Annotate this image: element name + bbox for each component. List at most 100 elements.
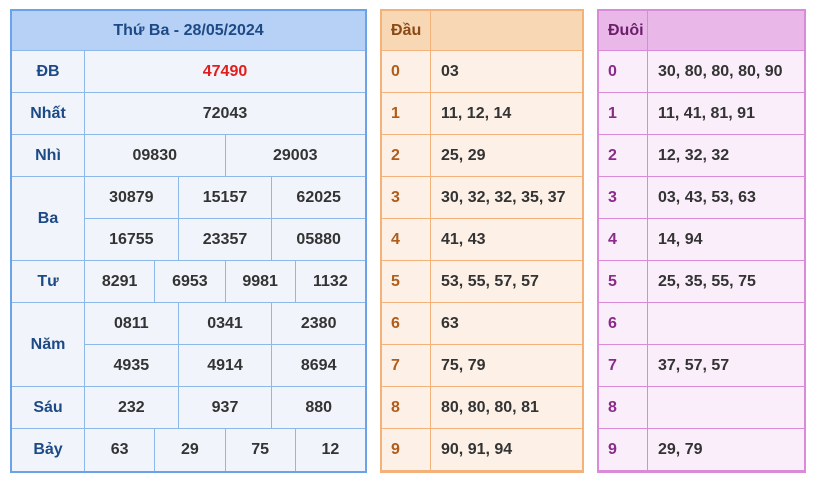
dau-row: 7 75, 79 xyxy=(382,345,582,387)
prize-row: Ba 30879 15157 62025 16755 23357 05880 xyxy=(12,177,365,261)
dau-row: 3 30, 32, 32, 35, 37 xyxy=(382,177,582,219)
dau-numbers: 75, 79 xyxy=(441,356,486,374)
prize-values: 30879 15157 62025 16755 23357 05880 xyxy=(85,177,365,260)
duoi-numbers: 30, 80, 80, 80, 90 xyxy=(658,62,783,80)
dau-header-label: Đầu xyxy=(382,11,431,50)
prize-number: 937 xyxy=(177,387,272,428)
duoi-digit: 6 xyxy=(599,303,648,344)
prize-row: Tư 8291 6953 9981 1132 xyxy=(12,261,365,303)
prize-label: Sáu xyxy=(12,387,85,428)
prize-values: 63 29 75 12 xyxy=(85,429,365,471)
prize-number: 29 xyxy=(154,429,224,471)
dau-numbers: 53, 55, 57, 57 xyxy=(441,272,539,290)
dau-digit: 4 xyxy=(382,219,431,260)
dau-digit: 1 xyxy=(382,93,431,134)
prize-number: 8694 xyxy=(271,345,365,386)
prize-number: 0811 xyxy=(113,314,149,332)
prize-label: Bảy xyxy=(12,429,85,471)
prize-row: ĐB 47490 xyxy=(12,51,365,93)
prize-number: 16755 xyxy=(109,230,154,248)
prize-label: Nhì xyxy=(12,135,85,176)
duoi-table: Đuôi 0 30, 80, 80, 80, 90 1 11, 41, 81, 91 2… xyxy=(597,9,806,473)
dau-numbers: 90, 91, 94 xyxy=(441,440,513,458)
prize-number: 9981 xyxy=(224,261,295,302)
dau-numbers: 03 xyxy=(441,62,459,80)
prize-label: Tư xyxy=(12,261,85,302)
prize-row: Nhì 09830 29003 xyxy=(12,135,365,177)
prize-line: 16755 23357 05880 xyxy=(85,218,365,260)
dau-rows: 0 03 1 11, 12, 14 2 25, 29 3 30, 32, 32, 35, 37… xyxy=(382,51,582,471)
prize-line: 0811 0341 2380 xyxy=(85,303,365,344)
prize-line: 8291 6953 9981 1132 xyxy=(85,261,365,302)
duoi-numbers: 11, 41, 81, 91 xyxy=(658,104,755,122)
results-date-header: Thứ Ba - 28/05/2024 xyxy=(12,11,365,51)
dau-numbers: 41, 43 xyxy=(441,230,486,248)
prize-number: 09830 xyxy=(132,146,178,164)
duoi-row: 0 30, 80, 80, 80, 90 xyxy=(599,51,804,93)
duoi-digit: 1 xyxy=(599,93,648,134)
duoi-numbers: 29, 79 xyxy=(658,440,703,458)
dau-digit: 9 xyxy=(382,429,431,470)
prize-number: 29003 xyxy=(224,135,366,176)
dau-row: 9 90, 91, 94 xyxy=(382,429,582,471)
prize-line: 63 29 75 12 xyxy=(85,429,365,471)
duoi-digit: 8 xyxy=(599,387,648,428)
prize-number: 232 xyxy=(117,398,145,416)
dau-numbers: 25, 29 xyxy=(441,146,486,164)
dau-digit: 3 xyxy=(382,177,431,218)
duoi-row: 9 29, 79 xyxy=(599,429,804,471)
prize-number: 8291 xyxy=(101,272,138,290)
prize-number: 880 xyxy=(271,387,365,428)
dau-row: 2 25, 29 xyxy=(382,135,582,177)
duoi-digit: 2 xyxy=(599,135,648,176)
dau-numbers: 11, 12, 14 xyxy=(441,104,512,122)
dau-row: 0 03 xyxy=(382,51,582,93)
dau-row: 4 41, 43 xyxy=(382,219,582,261)
prize-number: 23357 xyxy=(177,219,272,260)
duoi-row: 7 37, 57, 57 xyxy=(599,345,804,387)
prize-number: 63 xyxy=(110,441,129,458)
dau-header-row: Đầu xyxy=(382,11,582,51)
duoi-header-label: Đuôi xyxy=(599,11,648,50)
dau-digit: 5 xyxy=(382,261,431,302)
dau-digit: 2 xyxy=(382,135,431,176)
prize-line: 09830 29003 xyxy=(85,135,365,176)
duoi-numbers: 12, 32, 32 xyxy=(658,146,730,164)
prize-values: 09830 29003 xyxy=(85,135,365,176)
prize-number: 05880 xyxy=(271,219,365,260)
prize-row: Năm 0811 0341 2380 4935 4914 8694 xyxy=(12,303,365,387)
dau-row: 5 53, 55, 57, 57 xyxy=(382,261,582,303)
prize-number: 6953 xyxy=(154,261,224,302)
duoi-row: 8 xyxy=(599,387,804,429)
special-prize-number: 47490 xyxy=(202,62,248,80)
dau-digit: 0 xyxy=(382,51,431,92)
duoi-header-row: Đuôi xyxy=(599,11,804,51)
prize-row: Bảy 63 29 75 12 xyxy=(12,429,365,471)
prize-label: Ba xyxy=(12,177,85,260)
dau-digit: 7 xyxy=(382,345,431,386)
dau-row: 1 11, 12, 14 xyxy=(382,93,582,135)
duoi-header-values xyxy=(648,11,804,50)
dau-digit: 8 xyxy=(382,387,431,428)
prize-number: 15157 xyxy=(177,177,272,218)
prize-line: 47490 xyxy=(85,51,365,92)
prize-line: 30879 15157 62025 xyxy=(85,177,365,218)
prize-label: ĐB xyxy=(12,51,85,92)
dau-digit: 6 xyxy=(382,303,431,344)
duoi-digit: 0 xyxy=(599,51,648,92)
prize-number: 72043 xyxy=(202,104,248,122)
dau-row: 6 63 xyxy=(382,303,582,345)
dau-row: 8 80, 80, 80, 81 xyxy=(382,387,582,429)
prize-row: Nhất 72043 xyxy=(12,93,365,135)
prize-number: 75 xyxy=(224,429,295,471)
duoi-numbers: 14, 94 xyxy=(658,230,703,248)
prize-values: 47490 xyxy=(85,51,365,92)
prize-rows: ĐB 47490 Nhất 72043 Nhì 09830 29003 Ba 30879 1515… xyxy=(12,51,365,471)
results-table: Thứ Ba - 28/05/2024 ĐB 47490 Nhất 72043 Nhì 0… xyxy=(10,9,367,473)
duoi-row: 1 11, 41, 81, 91 xyxy=(599,93,804,135)
duoi-digit: 9 xyxy=(599,429,648,470)
duoi-row: 5 25, 35, 55, 75 xyxy=(599,261,804,303)
duoi-numbers xyxy=(648,387,804,428)
duoi-numbers: 25, 35, 55, 75 xyxy=(658,272,756,290)
prize-values: 0811 0341 2380 4935 4914 8694 xyxy=(85,303,365,386)
